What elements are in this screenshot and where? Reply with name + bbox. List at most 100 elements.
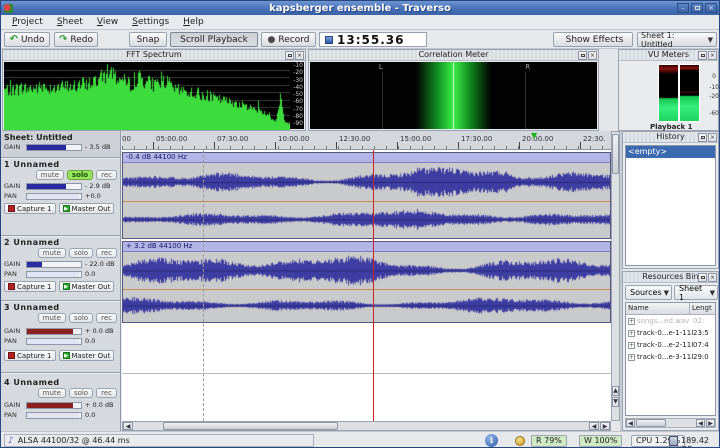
correlation-panel-titlebar[interactable]: Correlation Meter × bbox=[309, 50, 598, 61]
float-panel-icon[interactable] bbox=[285, 51, 294, 60]
menu-item-help[interactable]: Help bbox=[176, 17, 211, 27]
column-name[interactable]: Name bbox=[626, 303, 690, 314]
sources-dropdown[interactable]: Sources▼ bbox=[625, 285, 672, 300]
gain-slider[interactable] bbox=[26, 328, 82, 335]
track-name[interactable]: 4 Unnamed bbox=[4, 378, 117, 387]
title-bar[interactable]: kapsberger ensemble - Traverso – × bbox=[1, 1, 719, 15]
pan-slider[interactable] bbox=[26, 338, 82, 345]
expand-icon[interactable]: + bbox=[628, 354, 635, 361]
column-length[interactable]: Lengt bbox=[690, 303, 714, 314]
audio-clip-1[interactable]: -0.4 dB 44100 Hz bbox=[122, 152, 611, 239]
audio-clip-2[interactable]: + 3.2 dB 44100 Hz bbox=[122, 241, 611, 323]
rec-button[interactable]: rec bbox=[96, 388, 117, 398]
close-panel-icon[interactable]: × bbox=[588, 51, 597, 60]
track-name[interactable]: 2 Unnamed bbox=[4, 238, 117, 247]
master-out-button[interactable]: ▶Master Out bbox=[59, 281, 115, 292]
scroll-down-icon[interactable]: ▼ bbox=[612, 397, 619, 407]
mute-button[interactable]: mute bbox=[38, 248, 66, 258]
fft-panel-titlebar[interactable]: FFT Spectrum × bbox=[3, 50, 305, 61]
sheet-selector-dropdown[interactable]: Sheet 1: Untitled ▼ bbox=[637, 32, 717, 47]
record-button[interactable]: ●Record bbox=[261, 32, 316, 47]
minimize-icon[interactable]: – bbox=[677, 3, 689, 13]
expand-icon[interactable]: + bbox=[628, 342, 635, 349]
pan-slider[interactable] bbox=[26, 412, 82, 419]
snap-button[interactable]: Snap bbox=[129, 32, 167, 47]
resource-row[interactable]: +track-0...e-3-11829:0 bbox=[626, 351, 715, 363]
scrollbar-thumb[interactable] bbox=[163, 422, 338, 430]
resource-row[interactable]: +songs...ed.wav02: bbox=[626, 315, 715, 327]
waveform-channel[interactable] bbox=[123, 202, 610, 237]
clip-info[interactable]: + 3.2 dB 44100 Hz bbox=[123, 242, 610, 252]
scroll-left-icon[interactable]: ◀ bbox=[123, 422, 133, 430]
float-panel-icon[interactable] bbox=[578, 51, 587, 60]
mute-button[interactable]: mute bbox=[38, 313, 66, 323]
vertical-scrollbar[interactable]: ▲ ▼ bbox=[611, 131, 620, 421]
resource-row[interactable]: +track-0...e-2-11807:4 bbox=[626, 339, 715, 351]
solo-button[interactable]: solo bbox=[69, 388, 93, 398]
close-panel-icon[interactable]: × bbox=[295, 51, 304, 60]
horizontal-scrollbar[interactable]: ◀ ◀ ▶ bbox=[122, 421, 611, 431]
resources-table-header[interactable]: Name Lengt bbox=[626, 303, 715, 315]
history-panel-titlebar[interactable]: History × bbox=[623, 132, 718, 143]
close-panel-icon[interactable]: × bbox=[708, 51, 717, 60]
expand-icon[interactable]: + bbox=[628, 330, 635, 337]
track-name[interactable]: 3 Unnamed bbox=[4, 303, 117, 312]
scroll-right-icon[interactable]: ▶ bbox=[706, 419, 715, 427]
gain-slider[interactable] bbox=[26, 183, 82, 190]
waveform-channel[interactable] bbox=[123, 290, 610, 321]
scroll-up-icon[interactable]: ▲ bbox=[612, 386, 619, 396]
info-icon[interactable]: i bbox=[485, 434, 498, 447]
redo-button[interactable]: ↷Redo bbox=[54, 32, 98, 47]
menu-item-sheet[interactable]: Sheet bbox=[50, 17, 90, 27]
expand-icon[interactable]: + bbox=[628, 318, 635, 325]
waveform-channel[interactable] bbox=[123, 163, 610, 201]
scroll-right-icon[interactable]: ▶ bbox=[600, 422, 610, 430]
scrollbar-thumb[interactable] bbox=[636, 419, 666, 427]
scroll-left-icon[interactable]: ◀ bbox=[696, 419, 705, 427]
playhead-line[interactable] bbox=[373, 150, 374, 421]
solo-button[interactable]: solo bbox=[67, 170, 93, 180]
float-panel-icon[interactable] bbox=[698, 273, 707, 282]
gain-slider[interactable] bbox=[26, 261, 82, 268]
clip-info[interactable]: -0.4 dB 44100 Hz bbox=[123, 153, 610, 163]
scroll-playback-button[interactable]: Scroll Playback bbox=[170, 32, 258, 47]
playhead-marker-icon[interactable]: ▼ bbox=[531, 131, 537, 140]
maximize-icon[interactable] bbox=[691, 3, 703, 13]
float-panel-icon[interactable] bbox=[698, 133, 707, 142]
master-out-button[interactable]: ▶Master Out bbox=[59, 203, 115, 214]
rec-button[interactable]: rec bbox=[96, 248, 117, 258]
solo-button[interactable]: solo bbox=[69, 248, 93, 258]
capture-button[interactable]: Capture 1 bbox=[4, 350, 56, 361]
history-item[interactable]: <empty> bbox=[626, 146, 715, 158]
pan-slider[interactable] bbox=[26, 271, 82, 278]
time-display[interactable]: 13:55.36 bbox=[319, 32, 427, 47]
master-out-button[interactable]: ▶Master Out bbox=[59, 350, 115, 361]
resources-panel-titlebar[interactable]: Resources Bin × bbox=[623, 272, 718, 283]
mute-button[interactable]: mute bbox=[36, 170, 64, 180]
close-panel-icon[interactable]: × bbox=[708, 133, 717, 142]
pan-slider[interactable] bbox=[26, 193, 82, 200]
undo-button[interactable]: ↶Undo bbox=[4, 32, 50, 47]
scrollbar-thumb[interactable] bbox=[612, 134, 619, 174]
track-name[interactable]: 1 Unnamed bbox=[4, 160, 117, 169]
resource-row[interactable]: +track-0...e-1-11823:5 bbox=[626, 327, 715, 339]
sheet-gain-slider[interactable] bbox=[26, 144, 82, 151]
menu-item-view[interactable]: View bbox=[90, 17, 125, 27]
sheet-dropdown[interactable]: Sheet 1▼ bbox=[674, 285, 718, 300]
close-panel-icon[interactable]: × bbox=[708, 273, 717, 282]
float-panel-icon[interactable] bbox=[698, 51, 707, 60]
menu-item-settings[interactable]: Settings bbox=[125, 17, 176, 27]
menu-item-project[interactable]: Project bbox=[5, 17, 50, 27]
capture-button[interactable]: Capture 1 bbox=[4, 203, 56, 214]
hint-icon[interactable] bbox=[515, 436, 525, 446]
solo-button[interactable]: solo bbox=[69, 313, 93, 323]
rec-button[interactable]: rec bbox=[96, 170, 117, 180]
close-icon[interactable]: × bbox=[705, 3, 717, 13]
resources-hscrollbar[interactable]: ◀ ◀ ▶ bbox=[625, 418, 716, 428]
scroll-left-icon[interactable]: ◀ bbox=[589, 422, 599, 430]
gain-slider[interactable] bbox=[26, 402, 82, 409]
waveform-channel[interactable] bbox=[123, 252, 610, 289]
scroll-left-icon[interactable]: ◀ bbox=[626, 419, 635, 427]
capture-button[interactable]: Capture 1 bbox=[4, 281, 56, 292]
mute-button[interactable]: mute bbox=[38, 388, 66, 398]
